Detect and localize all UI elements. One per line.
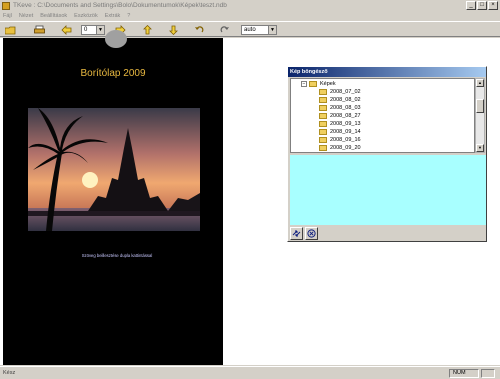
- zoom-select[interactable]: auto ▼: [241, 25, 277, 35]
- folder-label: 2008_09_20: [330, 145, 361, 151]
- chevron-down-icon: ▼: [268, 26, 276, 34]
- image-browser-title: Kép böngésző: [288, 67, 486, 77]
- workspace: Borítólap 2009 Szöveg beillesztése dupla…: [0, 30, 500, 365]
- refresh-icon[interactable]: [290, 227, 303, 240]
- folder-icon: [319, 89, 327, 95]
- folder-icon: [319, 137, 327, 143]
- app-icon: [2, 1, 10, 10]
- menu-bar: Fájl Nézet Beállítások Eszközök Extrák ?: [0, 11, 500, 21]
- image-browser-panel: Kép böngésző − Képek 2008_07_02 2008_08_…: [287, 66, 487, 242]
- maximize-button[interactable]: □: [477, 1, 487, 10]
- list-item[interactable]: 2008_07_02: [319, 88, 361, 96]
- rotate-left-icon[interactable]: [193, 24, 205, 35]
- status-panel-empty: [481, 369, 495, 378]
- status-text: Kész: [3, 370, 16, 376]
- calendar-page[interactable]: Borítólap 2009 Szöveg beillesztése dupla…: [3, 30, 223, 365]
- chevron-down-icon: ▼: [96, 26, 104, 34]
- folder-label: 2008_08_27: [330, 113, 361, 119]
- folder-label: 2008_09_13: [330, 121, 361, 127]
- close-button[interactable]: ×: [488, 1, 498, 10]
- list-item[interactable]: 2008_09_21: [319, 152, 361, 153]
- folder-label: 2008_09_21: [330, 152, 361, 153]
- folder-icon: [319, 105, 327, 111]
- folder-label: 2008_08_03: [330, 105, 361, 111]
- list-item[interactable]: 2008_09_13: [319, 120, 361, 128]
- folder-icon: [309, 81, 317, 87]
- list-item[interactable]: 2008_09_14: [319, 128, 361, 136]
- rotate-right-icon[interactable]: [218, 24, 230, 35]
- caption-hint[interactable]: Szöveg beillesztése dupla kattintással: [65, 250, 169, 262]
- list-item[interactable]: 2008_08_03: [319, 104, 361, 112]
- zoom-value: auto: [244, 27, 256, 33]
- collapse-icon[interactable]: −: [301, 81, 307, 87]
- page-number-select[interactable]: 0 ▼: [81, 25, 105, 35]
- toolbar: 0 ▼ auto ▼: [0, 21, 500, 37]
- window-title: TKeve : C:\Documents and Settings\Bolo\D…: [13, 2, 227, 9]
- menu-view[interactable]: Nézet: [19, 13, 33, 19]
- num-lock-indicator: NUM: [449, 369, 479, 378]
- scroll-down-icon[interactable]: ▼: [476, 144, 484, 152]
- window-controls: _ □ ×: [466, 1, 498, 10]
- tree-root[interactable]: − Képek: [301, 80, 336, 88]
- arrow-left-icon[interactable]: [60, 24, 72, 35]
- list-item[interactable]: 2008_09_16: [319, 136, 361, 144]
- folder-icon: [319, 129, 327, 135]
- folder-tree-scrollbar[interactable]: ▲ ▼: [475, 78, 485, 153]
- menu-tools[interactable]: Eszközök: [74, 13, 98, 19]
- folder-label: 2008_08_02: [330, 97, 361, 103]
- menu-extras[interactable]: Extrák: [105, 13, 121, 19]
- title-bar: TKeve : C:\Documents and Settings\Bolo\D…: [0, 0, 500, 11]
- list-item[interactable]: 2008_08_02: [319, 96, 361, 104]
- tree-root-label: Képek: [320, 81, 336, 87]
- folder-icon: [319, 113, 327, 119]
- sunset-photo[interactable]: [28, 108, 200, 231]
- list-item[interactable]: 2008_09_20: [319, 144, 361, 152]
- list-item[interactable]: 2008_08_27: [319, 112, 361, 120]
- folder-icon: [319, 145, 327, 151]
- open-folder-icon[interactable]: [4, 24, 16, 35]
- print-icon[interactable]: [33, 24, 45, 35]
- binding-hole: [105, 30, 127, 48]
- arrow-up-icon[interactable]: [141, 24, 153, 35]
- page-number-value: 0: [84, 27, 88, 33]
- menu-settings[interactable]: Beállítások: [40, 13, 67, 19]
- folder-label: 2008_07_02: [330, 89, 361, 95]
- folder-label: 2008_09_14: [330, 129, 361, 135]
- folder-icon: [319, 97, 327, 103]
- scroll-up-icon[interactable]: ▲: [476, 79, 484, 87]
- image-browser-toolbar: [290, 227, 318, 241]
- status-bar: Kész NUM: [0, 366, 500, 379]
- caption-hint-text: Szöveg beillesztése dupla kattintással: [81, 253, 153, 258]
- cancel-icon[interactable]: [305, 227, 318, 240]
- menu-help[interactable]: ?: [127, 13, 130, 19]
- menu-file[interactable]: Fájl: [3, 13, 12, 19]
- page-title[interactable]: Borítólap 2009: [3, 68, 223, 79]
- folder-tree: − Képek 2008_07_02 2008_08_02 2008_08_03…: [290, 78, 475, 153]
- image-preview-area[interactable]: [290, 155, 486, 225]
- arrow-down-icon[interactable]: [167, 24, 179, 35]
- folder-icon: [319, 121, 327, 127]
- folder-label: 2008_09_16: [330, 137, 361, 143]
- scroll-thumb[interactable]: [476, 99, 484, 113]
- minimize-button[interactable]: _: [466, 1, 476, 10]
